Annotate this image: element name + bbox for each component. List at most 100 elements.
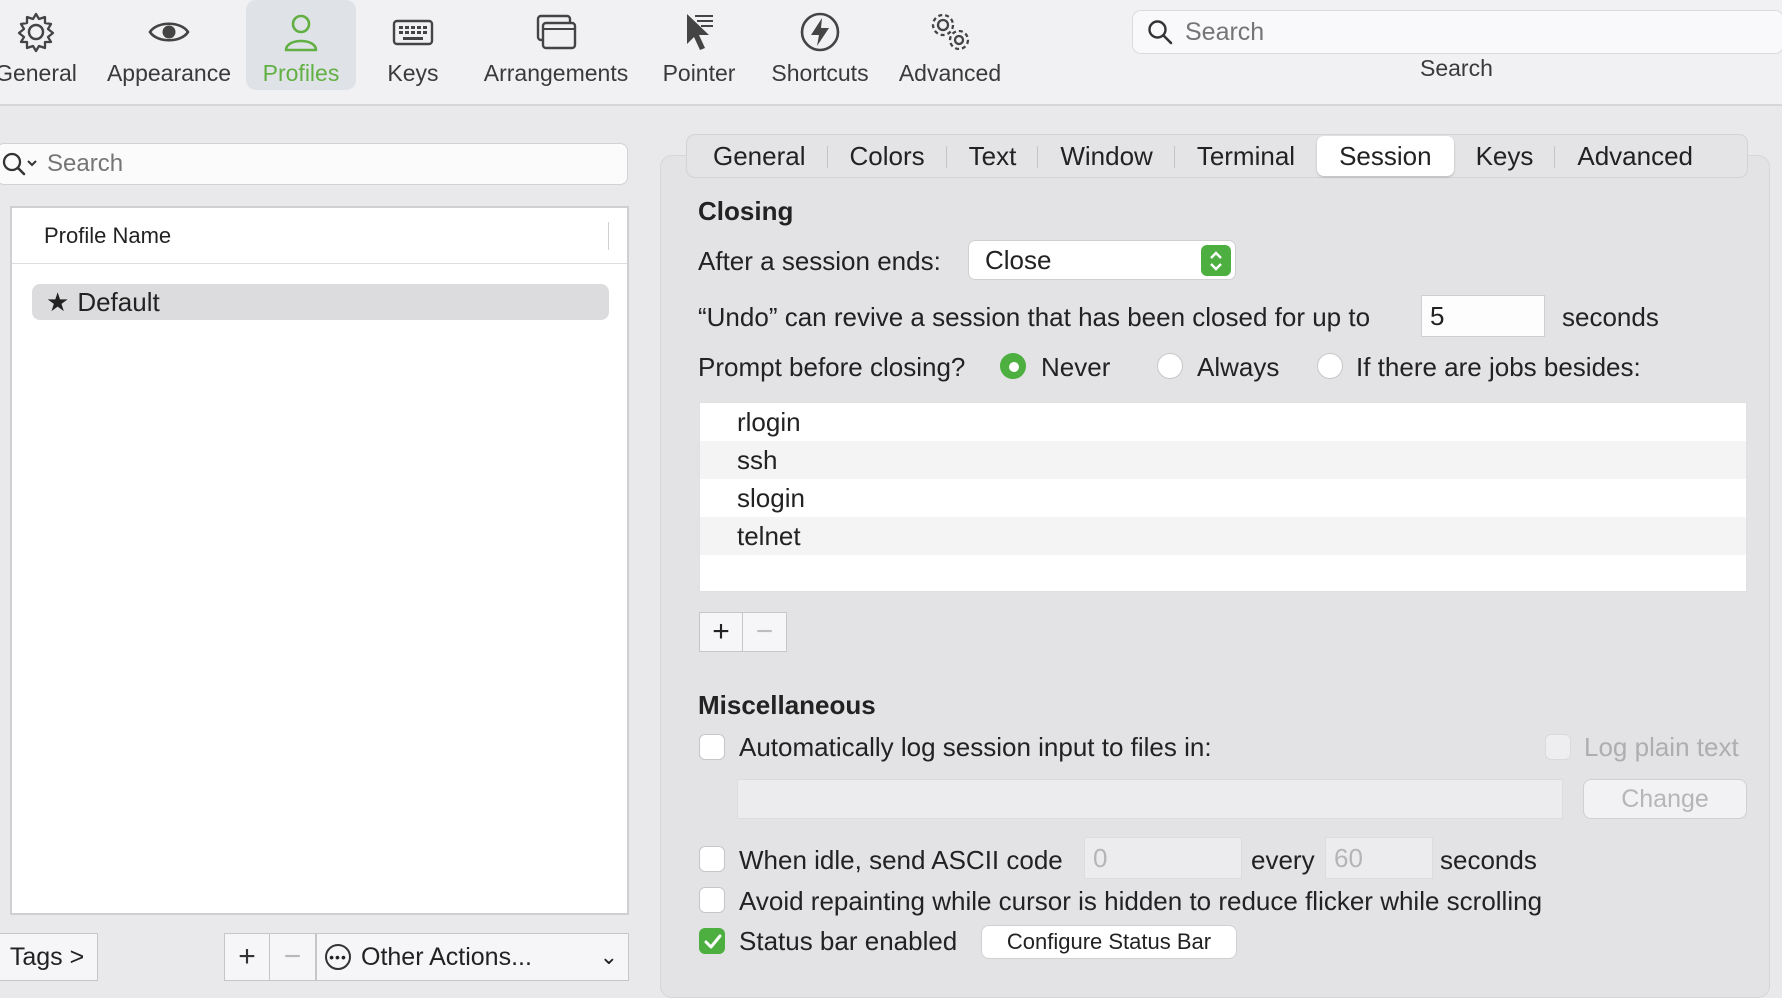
after-session-ends-popup[interactable]: Close bbox=[968, 240, 1236, 280]
toolbar-profiles-label: Profiles bbox=[262, 60, 340, 86]
log-plain-text-label: Log plain text bbox=[1584, 732, 1739, 762]
tab-window-label: Window bbox=[1060, 140, 1153, 171]
toolbar-appearance-label: Appearance bbox=[106, 60, 232, 86]
profile-name-column-header[interactable]: Profile Name bbox=[12, 208, 627, 264]
every-label: every bbox=[1251, 845, 1315, 875]
avoid-repaint-label: Avoid repainting while cursor is hidden … bbox=[739, 886, 1543, 916]
bolt-icon bbox=[800, 12, 840, 52]
column-separator bbox=[608, 222, 609, 250]
prompt-never-radio[interactable] bbox=[1000, 353, 1026, 379]
remove-job-button[interactable]: − bbox=[743, 613, 786, 651]
toolbar-keys[interactable]: Keys bbox=[368, 0, 458, 90]
tab-text-label: Text bbox=[968, 140, 1017, 171]
auto-log-checkbox[interactable] bbox=[699, 734, 725, 760]
prompt-always-label: Always bbox=[1197, 352, 1280, 382]
toolbar-advanced-label: Advanced bbox=[898, 60, 1002, 86]
toolbar-general-label: General bbox=[0, 60, 77, 86]
tab-session[interactable]: Session bbox=[1317, 136, 1454, 176]
change-button[interactable]: Change bbox=[1583, 779, 1747, 819]
add-job-button[interactable]: + bbox=[700, 613, 744, 651]
idle-seconds-value: 60 bbox=[1334, 842, 1363, 873]
after-session-ends-label: After a session ends: bbox=[698, 246, 941, 276]
tab-keys-label: Keys bbox=[1475, 140, 1534, 171]
tab-keys[interactable]: Keys bbox=[1454, 136, 1556, 176]
change-button-label: Change bbox=[1621, 784, 1709, 813]
toolbar-search-field[interactable] bbox=[1132, 10, 1782, 54]
gears-icon bbox=[931, 13, 970, 51]
job-label: rlogin bbox=[737, 406, 801, 437]
minus-icon: − bbox=[755, 615, 774, 648]
undo-label: “Undo” can revive a session that has bee… bbox=[698, 302, 1371, 332]
star-icon: ★ bbox=[46, 286, 70, 317]
toolbar-search-input[interactable] bbox=[1185, 17, 1745, 47]
ellipsis-circle-icon: ••• bbox=[325, 944, 351, 970]
preferences-toolbar: General Appearance Profiles Keys Arrange… bbox=[0, 0, 1782, 106]
prompt-jobs-radio[interactable] bbox=[1317, 353, 1343, 379]
profile-search-input[interactable] bbox=[47, 150, 607, 178]
tab-window[interactable]: Window bbox=[1038, 136, 1176, 176]
toolbar-arrangements[interactable]: Arrangements bbox=[476, 0, 636, 90]
profile-tabs: General Colors Text Window Terminal Sess… bbox=[686, 134, 1748, 178]
avoid-repaint-checkbox[interactable] bbox=[699, 887, 725, 913]
tab-terminal-label: Terminal bbox=[1196, 140, 1296, 171]
profile-row-label: Default bbox=[77, 286, 160, 317]
idle-send-checkbox[interactable] bbox=[699, 846, 725, 872]
toolbar-advanced[interactable]: Advanced bbox=[892, 0, 1008, 90]
toolbar-general[interactable]: General bbox=[0, 0, 86, 90]
tab-text[interactable]: Text bbox=[947, 136, 1039, 176]
configure-status-bar-button[interactable]: Configure Status Bar bbox=[981, 925, 1237, 959]
add-profile-button[interactable]: + bbox=[225, 934, 271, 980]
after-session-ends-value: Close bbox=[985, 244, 1052, 275]
profile-row-default[interactable]: ★ Default bbox=[32, 284, 609, 320]
tags-button[interactable]: Tags > bbox=[0, 933, 98, 981]
undo-units-label: seconds bbox=[1562, 302, 1659, 332]
profile-name-header-label: Profile Name bbox=[44, 222, 172, 248]
tab-session-label: Session bbox=[1339, 140, 1432, 171]
job-label: slogin bbox=[737, 482, 805, 513]
tags-button-label: Tags > bbox=[9, 942, 85, 971]
list-item[interactable]: slogin bbox=[700, 479, 1746, 517]
undo-seconds-value: 5 bbox=[1430, 300, 1445, 331]
list-item[interactable]: ssh bbox=[700, 441, 1746, 479]
chevron-down-icon: ⌄ bbox=[599, 944, 618, 969]
tab-general[interactable]: General bbox=[691, 136, 828, 176]
pointer-icon bbox=[687, 14, 713, 50]
toolbar-appearance[interactable]: Appearance bbox=[104, 0, 234, 90]
person-icon bbox=[284, 14, 318, 52]
tab-general-label: General bbox=[713, 140, 806, 171]
list-item[interactable]: rlogin bbox=[700, 403, 1746, 441]
tab-advanced[interactable]: Advanced bbox=[1555, 136, 1715, 176]
remove-profile-button[interactable]: − bbox=[270, 934, 315, 980]
status-bar-label: Status bar enabled bbox=[739, 926, 958, 956]
jobs-add-remove-control: + − bbox=[699, 612, 787, 652]
tab-colors[interactable]: Colors bbox=[828, 136, 947, 176]
list-item[interactable]: telnet bbox=[700, 517, 1746, 555]
status-bar-checkbox[interactable] bbox=[699, 928, 725, 954]
plus-icon: + bbox=[712, 615, 730, 648]
toolbar-shortcuts[interactable]: Shortcuts bbox=[762, 0, 878, 90]
other-actions-label: Other Actions... bbox=[361, 942, 532, 971]
prompt-always-radio[interactable] bbox=[1157, 353, 1183, 379]
misc-section-title: Miscellaneous bbox=[698, 690, 876, 720]
popup-stepper-icon bbox=[1201, 245, 1231, 276]
toolbar-search-label: Search bbox=[1420, 55, 1493, 81]
configure-status-bar-label: Configure Status Bar bbox=[1006, 929, 1212, 954]
idle-seconds-label: seconds bbox=[1440, 845, 1537, 875]
tab-colors-label: Colors bbox=[849, 140, 925, 171]
closing-section-title: Closing bbox=[698, 196, 794, 226]
toolbar-arrangements-label: Arrangements bbox=[483, 60, 629, 86]
toolbar-profiles[interactable]: Profiles bbox=[246, 0, 356, 90]
profile-search-field[interactable] bbox=[0, 143, 628, 185]
other-actions-menu[interactable]: ••• Other Actions... ⌄ bbox=[316, 933, 629, 981]
toolbar-pointer[interactable]: Pointer bbox=[652, 0, 746, 90]
idle-code-field[interactable]: 0 bbox=[1084, 837, 1242, 879]
tab-terminal[interactable]: Terminal bbox=[1175, 136, 1317, 176]
idle-seconds-field[interactable]: 60 bbox=[1325, 837, 1433, 879]
tab-advanced-label: Advanced bbox=[1577, 140, 1694, 171]
undo-seconds-field[interactable]: 5 bbox=[1421, 295, 1545, 337]
log-plain-text-checkbox[interactable] bbox=[1545, 734, 1571, 760]
log-directory-field[interactable] bbox=[737, 779, 1563, 819]
auto-log-label: Automatically log session input to files… bbox=[739, 732, 1212, 762]
search-icon bbox=[2, 152, 37, 176]
minus-icon: − bbox=[283, 940, 302, 973]
